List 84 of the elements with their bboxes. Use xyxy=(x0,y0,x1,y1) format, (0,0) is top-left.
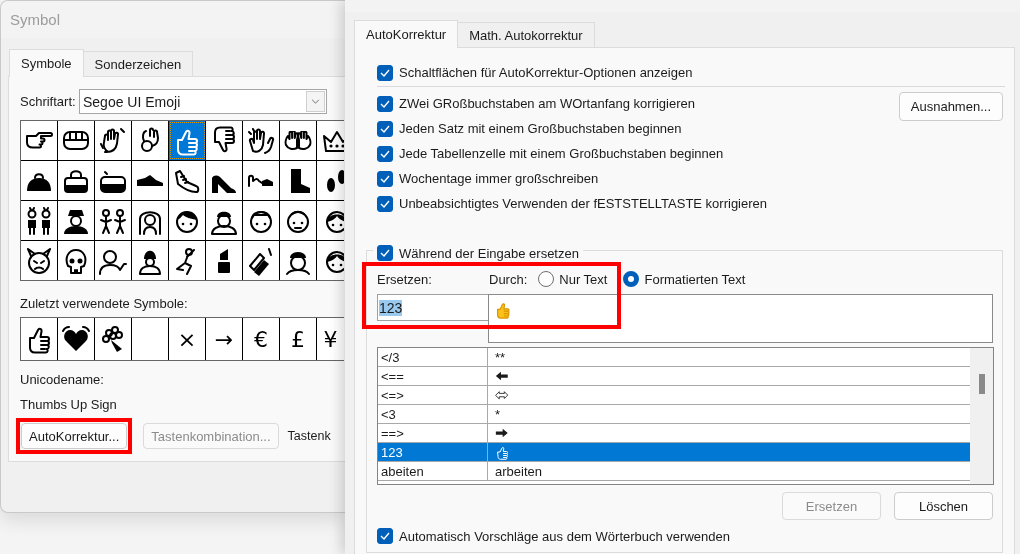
table-cell: <=> xyxy=(378,386,488,404)
beating-heart-icon xyxy=(61,324,91,354)
open-hands-icon xyxy=(284,130,312,151)
tab[interactable]: Math. Autokorrektur xyxy=(457,22,595,47)
checkbox-label[interactable]: Jede Tabellenzelle mit einem Großbuchstaben beginnen xyxy=(399,146,724,161)
checkbox-label[interactable]: Wochentage immer großschreiben xyxy=(399,171,599,186)
symbol-cell[interactable]: × xyxy=(169,318,206,360)
tab[interactable]: Symbole xyxy=(9,49,84,77)
symbol-cell[interactable]: € xyxy=(243,318,280,360)
radio-button[interactable] xyxy=(538,271,555,287)
field-label: Schriftart: xyxy=(20,94,77,109)
window-title: Symbol xyxy=(10,11,61,28)
checkmark-icon xyxy=(380,532,390,540)
table-cell-text: arbeiten xyxy=(494,462,543,480)
symbol-cell[interactable] xyxy=(169,121,206,160)
replace-input[interactable]: 123 xyxy=(377,294,489,321)
checkbox[interactable] xyxy=(377,170,393,187)
checkbox-label[interactable]: Schaltflächen für AutoKorrektur-Optionen anzeigen xyxy=(399,65,693,80)
checkmark-icon xyxy=(380,99,390,108)
field-label: Ersetzen: xyxy=(377,271,433,287)
radio-label[interactable]: Nur Text xyxy=(559,271,608,287)
table-cell: <== xyxy=(378,367,488,385)
checkbox[interactable] xyxy=(377,245,393,261)
list-row[interactable]: 123 xyxy=(378,443,970,462)
pointing-hand-icon xyxy=(25,131,53,150)
table-cell: ==> xyxy=(378,424,488,442)
exceptions-button[interactable]: Ausnahmen... xyxy=(898,92,1003,121)
checkbox[interactable] xyxy=(377,120,393,137)
symbol-cell[interactable]: ¥ xyxy=(317,318,344,360)
radio-button[interactable] xyxy=(623,271,640,287)
checkbox[interactable] xyxy=(377,95,393,112)
font-dropdown[interactable]: Segoe UI Emoji xyxy=(79,89,327,114)
field-label: Durch: xyxy=(489,271,528,287)
table-cell: <3 xyxy=(378,405,488,423)
dialog-button[interactable]: AutoKorrektur... xyxy=(21,423,128,449)
checkmark-icon xyxy=(380,68,390,77)
checkmark-icon xyxy=(380,149,390,158)
section-label: Zuletzt verwendete Symbole: xyxy=(20,296,189,312)
thumbs-up-icon xyxy=(495,444,510,460)
left-arrow-icon xyxy=(495,370,509,382)
checkbox[interactable] xyxy=(377,64,393,81)
clapping-hands-icon xyxy=(246,125,276,156)
checkbox[interactable] xyxy=(377,195,393,212)
right-arrow-icon xyxy=(495,427,509,439)
devil-face-icon xyxy=(24,245,54,276)
tab[interactable]: Sonderzeichen xyxy=(82,51,194,76)
checkbox-label[interactable]: Automatisch Vorschläge aus dem Wörterbuch verwenden xyxy=(399,528,730,544)
checkbox[interactable] xyxy=(377,528,393,544)
list-row[interactable]: </3 ** xyxy=(378,348,970,367)
table-cell-text: * xyxy=(494,405,502,423)
symbol-cell[interactable]: → xyxy=(206,318,243,360)
checkmark-icon xyxy=(380,199,390,208)
tab[interactable]: AutoKorrektur xyxy=(354,20,459,48)
field-label: Tastenk xyxy=(287,429,331,443)
checkbox-label[interactable]: ZWei GRoßbuchstaben am WOrtanfang korrigieren xyxy=(399,96,695,111)
symbol-cell[interactable]: £ xyxy=(280,318,317,360)
table-cell: abeiten xyxy=(378,462,488,480)
checkbox[interactable] xyxy=(377,145,393,162)
double-arrow-icon xyxy=(495,389,509,401)
waving-hand-icon xyxy=(98,125,128,156)
checkbox-label[interactable]: Unbeabsichtigtes Verwenden der fESTSTELLTASTE korrigieren xyxy=(399,196,768,211)
checkmark-icon xyxy=(380,124,390,133)
list-row[interactable]: abeiten arbeiten xyxy=(378,462,970,481)
unicode-name: Thumbs Up Sign xyxy=(20,397,118,413)
table-cell-text: ** xyxy=(494,348,507,366)
checkmark-icon xyxy=(380,249,390,257)
list-row[interactable]: <=> xyxy=(378,386,970,405)
fist-icon xyxy=(62,130,90,151)
radio-label[interactable]: Formatierten Text xyxy=(644,271,746,287)
shoe-icon xyxy=(136,174,164,187)
scrollbar[interactable] xyxy=(970,348,993,484)
thumbs-up-icon xyxy=(494,301,512,319)
checkbox-label[interactable]: Jeden Satz mit einem Großbuchstaben beginnen xyxy=(399,121,682,136)
list-row[interactable]: <3 * xyxy=(378,405,970,424)
dialog-button[interactable]: Löschen xyxy=(894,492,993,520)
checkmark-icon xyxy=(380,174,390,183)
table-cell: </3 xyxy=(378,348,488,366)
field-label: Unicodename: xyxy=(20,372,105,388)
chevron-down-icon xyxy=(311,99,320,104)
sandal-icon xyxy=(248,174,274,187)
replacement-field[interactable] xyxy=(488,294,993,343)
table-cell: 123 xyxy=(378,443,488,461)
scrollbar-thumb[interactable] xyxy=(978,374,985,394)
list-row[interactable]: <== xyxy=(378,367,970,386)
